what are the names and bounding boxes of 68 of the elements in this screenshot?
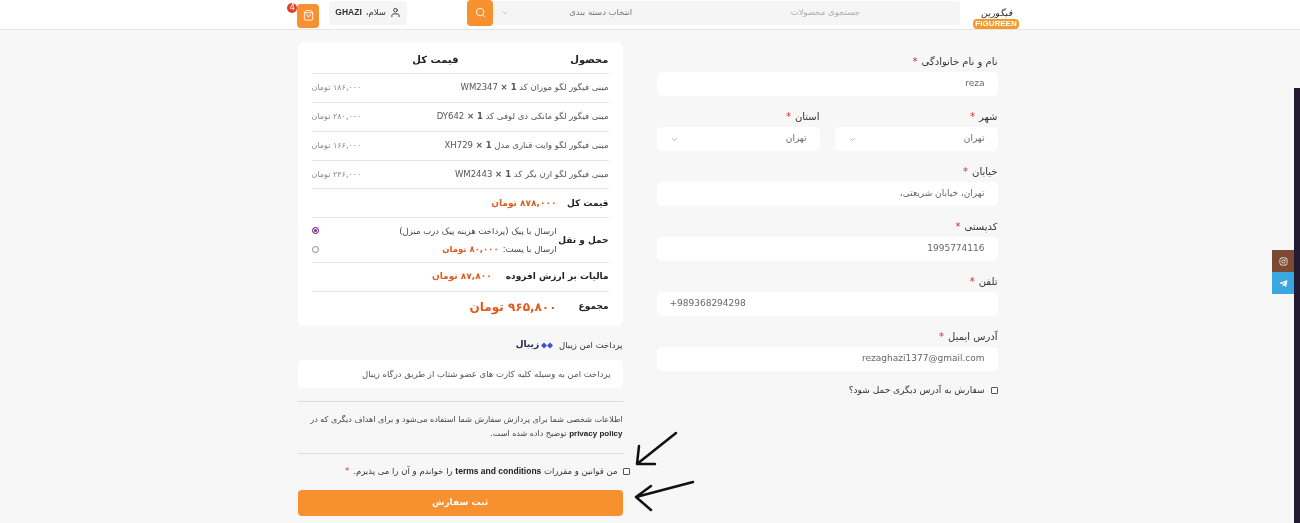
product-price: ۱۸۶,۰۰۰ تومان bbox=[311, 81, 362, 94]
required-mark: * bbox=[912, 54, 918, 69]
field-label: تلفن bbox=[978, 274, 998, 289]
search-button[interactable] bbox=[467, 0, 493, 26]
required-mark: * bbox=[939, 329, 945, 344]
required-mark: * bbox=[955, 219, 961, 234]
radio-button[interactable] bbox=[311, 246, 319, 254]
product-price: ۲۸۰,۰۰۰ تومان bbox=[311, 110, 362, 123]
instagram-icon bbox=[1278, 256, 1288, 266]
required-mark: * bbox=[969, 274, 975, 289]
instagram-button[interactable] bbox=[1272, 250, 1294, 272]
shipping-label: حمل و نقل bbox=[557, 233, 609, 248]
shipping-option: ارسال با پیک (پرداخت هزینه پیک درب منزل) bbox=[399, 224, 557, 238]
subtotal-label: قیمت کل bbox=[565, 196, 609, 210]
field-label: کدپستی bbox=[964, 219, 998, 234]
telegram-icon bbox=[1278, 278, 1288, 288]
cart-count-badge: 4 bbox=[287, 2, 298, 13]
bag-icon bbox=[302, 10, 314, 21]
required-mark: * bbox=[963, 164, 969, 179]
scrollbar-thumb[interactable] bbox=[1294, 88, 1300, 523]
input-field[interactable]: rezaghazi1377@gmail.com bbox=[656, 347, 998, 371]
required-mark: * bbox=[344, 464, 350, 478]
telegram-button[interactable] bbox=[1272, 272, 1294, 294]
required-mark: * bbox=[785, 109, 791, 124]
payment-description: پرداخت امن به وسیله کلیه کارت های عضو شتاب از طریق درگاه زیبال bbox=[297, 360, 623, 388]
input-field[interactable]: 1995774116 bbox=[656, 237, 998, 261]
shipping-price: ۸۰,۰۰۰ تومان bbox=[442, 243, 499, 257]
payment-title: پرداخت امن زیبال bbox=[559, 338, 623, 352]
field-label: شهر bbox=[979, 109, 998, 124]
checkbox[interactable] bbox=[622, 467, 630, 475]
total-value: ۹۶۵,۸۰۰ تومان bbox=[469, 299, 557, 317]
input-field[interactable]: reza bbox=[656, 72, 998, 96]
field-label: آدرس ایمیل bbox=[948, 329, 998, 344]
total-label: مجموع bbox=[577, 300, 609, 314]
required-mark: * bbox=[970, 109, 975, 124]
annotation-arrow bbox=[634, 480, 695, 512]
privacy-policy-link[interactable]: privacy policy bbox=[569, 429, 623, 438]
field-label: استان bbox=[794, 109, 820, 124]
tax-value: ۸۷,۸۰۰ تومان bbox=[432, 270, 492, 284]
select-field[interactable]: تهران bbox=[656, 127, 820, 151]
user-icon bbox=[390, 7, 401, 18]
select-field[interactable]: تهران bbox=[834, 127, 998, 151]
column-header: قیمت کل bbox=[412, 52, 459, 67]
field-value: 1995774116 bbox=[927, 242, 985, 256]
product-price: ۱۶۶,۰۰۰ تومان bbox=[311, 139, 362, 152]
checkbox-label: سفارش به آدرس دیگری حمل شود؟ bbox=[848, 384, 985, 397]
field-label: نام و نام خانوادگی bbox=[921, 54, 998, 69]
column-header: محصول bbox=[569, 52, 609, 67]
zibal-logo-icon bbox=[541, 340, 554, 350]
category-dropdown[interactable]: انتخاب دسته بندی bbox=[493, 6, 640, 19]
shipping-option: ارسال با پست: bbox=[502, 243, 557, 257]
subtotal-value: ۸۷۸,۰۰۰ تومان bbox=[491, 196, 557, 210]
input-field[interactable]: +989368294298 bbox=[656, 292, 998, 316]
radio-button[interactable] bbox=[311, 227, 319, 235]
annotation-arrow bbox=[635, 431, 678, 466]
field-value: +989368294298 bbox=[669, 297, 746, 311]
product-price: ۲۴۶,۰۰۰ تومان bbox=[311, 168, 362, 181]
field-label: خیابان bbox=[972, 164, 998, 179]
field-value: reza bbox=[965, 77, 985, 91]
field-value: rezaghazi1377@gmail.com bbox=[862, 352, 985, 366]
input-field[interactable]: تهران، خیابان شریعتی، bbox=[656, 182, 998, 206]
cart-button[interactable] bbox=[297, 3, 320, 28]
field-value: تهران، خیابان شریعتی، bbox=[899, 187, 985, 201]
search-icon bbox=[474, 7, 486, 18]
checkbox[interactable] bbox=[990, 387, 998, 395]
terms-link[interactable]: terms and conditions bbox=[455, 465, 542, 476]
tax-label: مالیات بر ارزش افزوده bbox=[505, 270, 609, 284]
zibal-logo-text: زیبال bbox=[515, 338, 540, 352]
